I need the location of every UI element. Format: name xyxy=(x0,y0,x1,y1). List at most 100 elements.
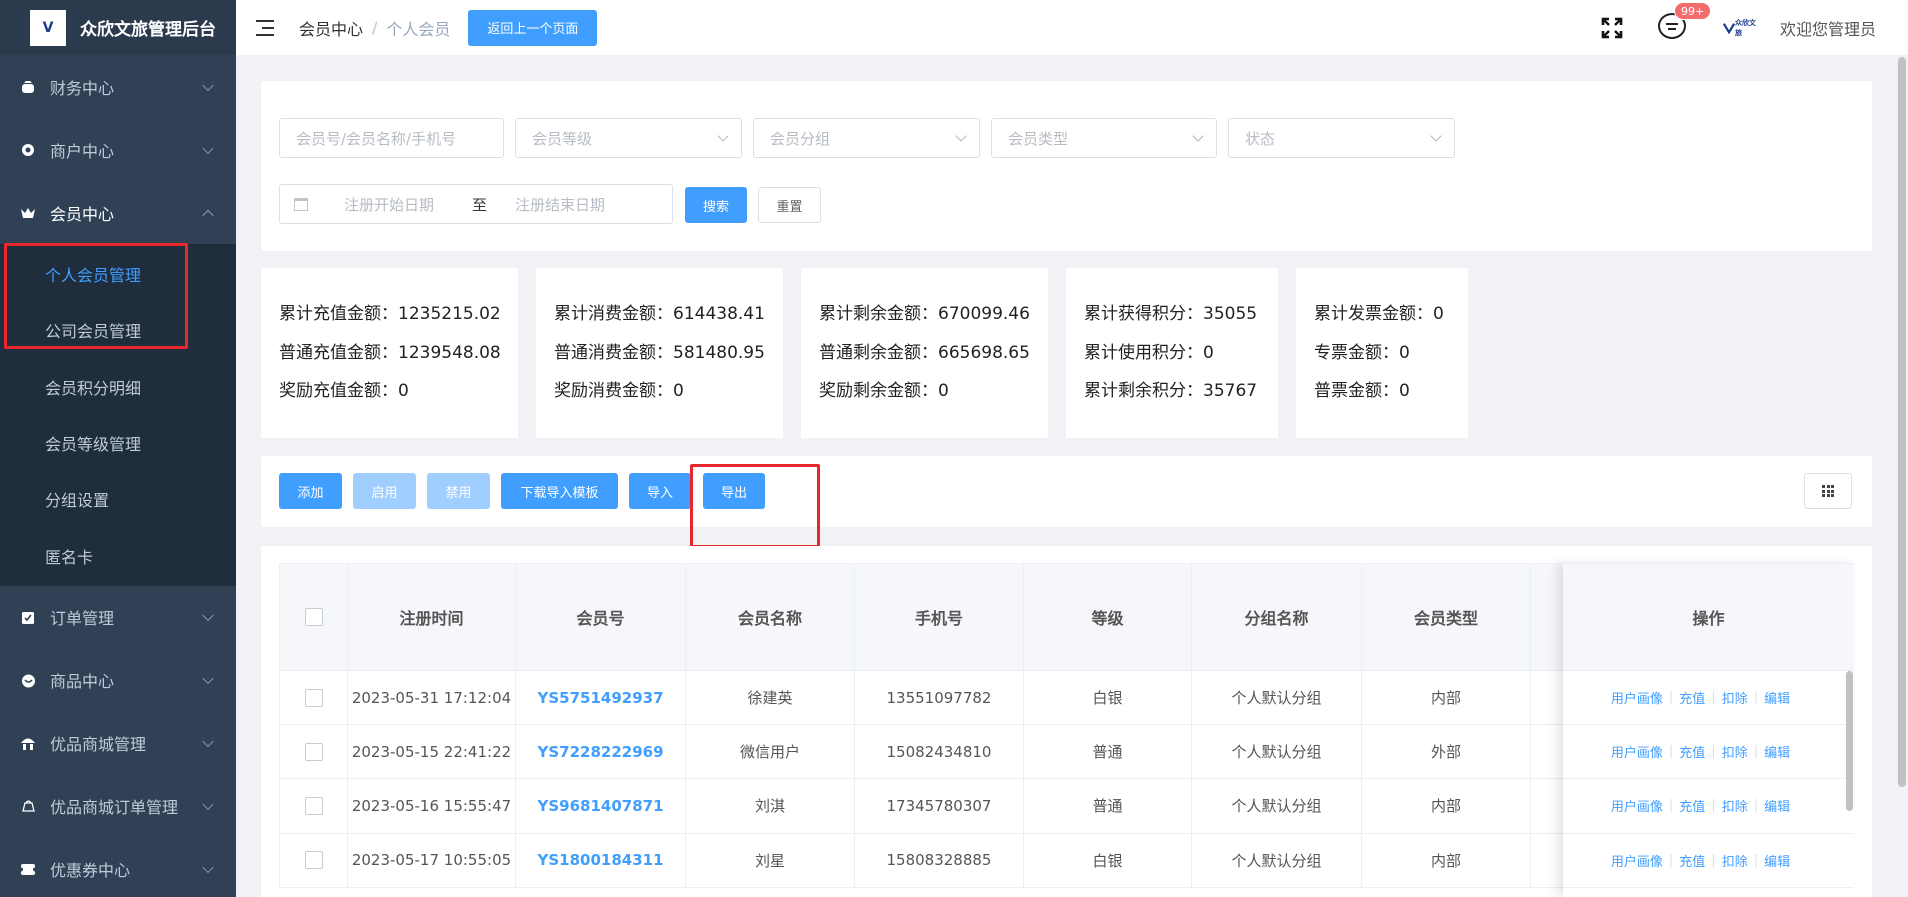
row-checkbox-cell xyxy=(280,833,348,887)
member-name-cell: 微信用户 xyxy=(686,725,855,779)
edit-link[interactable]: 编辑 xyxy=(1764,851,1790,870)
level-cell: 白银 xyxy=(1024,671,1192,725)
phone-cell: 15082434810 xyxy=(855,725,1024,779)
row-checkbox[interactable] xyxy=(304,796,323,815)
action-separator: | xyxy=(1668,798,1674,814)
stat-total-consumption: 累计消费金额：614438.41 xyxy=(554,304,765,324)
member-id-link[interactable]: YS1800184311 xyxy=(516,833,686,887)
deduct-link[interactable]: 扣除 xyxy=(1722,688,1748,707)
download-template-button[interactable]: 下载导入模板 xyxy=(501,473,618,509)
sidebar-item-goods[interactable]: 商品中心 xyxy=(0,649,236,712)
breadcrumb-item[interactable]: 会员中心 xyxy=(299,16,363,40)
recharge-link[interactable]: 充值 xyxy=(1679,851,1705,870)
member-type-cell: 内部 xyxy=(1362,779,1531,833)
column-settings-button[interactable] xyxy=(1804,473,1852,509)
user-profile-link[interactable]: 用户画像 xyxy=(1611,851,1663,870)
logo-area: V 众欣文旅管理后台 xyxy=(0,0,236,55)
row-checkbox[interactable] xyxy=(304,742,323,761)
sidebar-item-member[interactable]: 会员中心 xyxy=(0,181,236,244)
action-row: 用户画像 | 充值 | 扣除 | 编辑 xyxy=(1563,671,1854,726)
stat-bonus-consumption: 奖励消费金额：0 xyxy=(554,381,684,401)
member-id-link[interactable]: YS7228222969 xyxy=(516,725,686,779)
recharge-link[interactable]: 充值 xyxy=(1679,688,1705,707)
add-button[interactable]: 添加 xyxy=(279,473,342,509)
action-separator: | xyxy=(1711,690,1716,706)
action-separator: | xyxy=(1753,690,1759,706)
action-row: 用户画像 | 充值 | 扣除 | 编辑 xyxy=(1563,725,1854,780)
recharge-link[interactable]: 充值 xyxy=(1679,742,1705,761)
status-select[interactable]: 状态 xyxy=(1228,118,1455,158)
deduct-link[interactable]: 扣除 xyxy=(1722,851,1748,870)
reset-button[interactable]: 重置 xyxy=(758,187,821,223)
search-button[interactable]: 搜索 xyxy=(685,187,747,223)
sidebar-item-orders[interactable]: 订单管理 xyxy=(0,586,236,649)
disable-button[interactable]: 禁用 xyxy=(427,473,490,509)
level-cell: 普通 xyxy=(1024,779,1192,833)
welcome-text: 欢迎您管理员 xyxy=(1780,20,1877,39)
mall-icon xyxy=(20,735,36,751)
recharge-link[interactable]: 充值 xyxy=(1679,796,1705,815)
avatar[interactable]: 众欣文旅 xyxy=(1723,19,1759,37)
keyword-input[interactable]: 会员号/会员名称/手机号 xyxy=(279,118,504,158)
back-button[interactable]: 返回上一个页面 xyxy=(468,9,598,46)
group-name-cell: 个人默认分组 xyxy=(1192,671,1362,725)
chevron-down-icon xyxy=(202,862,214,874)
export-button[interactable]: 导出 xyxy=(703,473,765,509)
type-placeholder: 会员类型 xyxy=(1008,129,1069,148)
sidebar-item-anonymous-card[interactable]: 匿名卡 xyxy=(0,527,236,583)
sidebar-item-points-detail[interactable]: 会员积分明细 xyxy=(0,359,236,415)
date-separator: 至 xyxy=(472,195,488,214)
register-time-cell: 2023-05-15 22:41:22 xyxy=(348,725,516,779)
sidebar-item-mall-orders[interactable]: 优品商城订单管理 xyxy=(0,775,236,838)
deduct-link[interactable]: 扣除 xyxy=(1722,742,1748,761)
menu-toggle-icon[interactable] xyxy=(256,19,274,36)
message-badge: 99+ xyxy=(1674,2,1712,20)
action-separator: | xyxy=(1753,744,1759,760)
member-id-link[interactable]: YS5751492937 xyxy=(516,671,686,725)
level-cell: 白银 xyxy=(1024,833,1192,887)
breadcrumb-current: 个人会员 xyxy=(386,19,451,39)
row-checkbox[interactable] xyxy=(304,688,323,707)
fullscreen-icon[interactable] xyxy=(1601,17,1623,39)
date-range-picker[interactable]: 注册开始日期 至 注册结束日期 xyxy=(279,184,673,224)
column-header: 手机号 xyxy=(855,564,1024,670)
sidebar-item-company-member[interactable]: 公司会员管理 xyxy=(0,302,236,358)
user-profile-link[interactable]: 用户画像 xyxy=(1611,796,1663,815)
end-date-placeholder: 注册结束日期 xyxy=(515,195,606,214)
message-button[interactable]: 99+ xyxy=(1658,2,1712,41)
sidebar-item-finance[interactable]: 财务中心 xyxy=(0,55,236,118)
page-scrollbar[interactable] xyxy=(1898,57,1906,787)
level-placeholder: 会员等级 xyxy=(532,129,593,148)
user-profile-link[interactable]: 用户画像 xyxy=(1611,742,1663,761)
sidebar: V 众欣文旅管理后台 财务中心 商户中心 会员中心 个人会员管理 公司会员管理 … xyxy=(0,0,236,897)
sidebar-item-group-settings[interactable]: 分组设置 xyxy=(0,471,236,527)
store-icon xyxy=(20,142,36,158)
level-select[interactable]: 会员等级 xyxy=(515,118,742,158)
edit-link[interactable]: 编辑 xyxy=(1764,688,1790,707)
sidebar-item-merchant[interactable]: 商户中心 xyxy=(0,118,236,181)
sidebar-item-personal-member[interactable]: 个人会员管理 xyxy=(0,246,236,302)
stat-normal-recharge: 普通充值金额：1239548.08 xyxy=(279,342,501,363)
table-scrollbar[interactable] xyxy=(1846,671,1853,811)
sidebar-item-label: 财务中心 xyxy=(50,78,115,98)
type-select[interactable]: 会员类型 xyxy=(991,118,1217,158)
edit-link[interactable]: 编辑 xyxy=(1764,742,1790,761)
enable-button[interactable]: 启用 xyxy=(353,473,416,509)
phone-cell: 17345780307 xyxy=(855,779,1024,833)
sidebar-item-label: 优品商城管理 xyxy=(50,735,147,755)
deduct-link[interactable]: 扣除 xyxy=(1722,796,1748,815)
import-button[interactable]: 导入 xyxy=(629,473,691,509)
action-separator: | xyxy=(1668,690,1674,706)
select-all-checkbox[interactable] xyxy=(304,608,323,626)
sidebar-item-level-manage[interactable]: 会员等级管理 xyxy=(0,415,236,471)
user-profile-link[interactable]: 用户画像 xyxy=(1611,688,1663,707)
member-id-link[interactable]: YS9681407871 xyxy=(516,779,686,833)
group-select[interactable]: 会员分组 xyxy=(753,118,980,158)
edit-link[interactable]: 编辑 xyxy=(1764,796,1790,815)
action-separator: | xyxy=(1753,852,1759,868)
app-title: 众欣文旅管理后台 xyxy=(80,20,216,40)
top-bar: 会员中心 / 个人会员 返回上一个页面 99+ 众欣文旅 欢迎您管理员 xyxy=(236,0,1908,55)
sidebar-item-mall[interactable]: 优品商城管理 xyxy=(0,712,236,775)
sidebar-item-coupons[interactable]: 优惠券中心 xyxy=(0,838,236,897)
row-checkbox[interactable] xyxy=(304,851,323,870)
